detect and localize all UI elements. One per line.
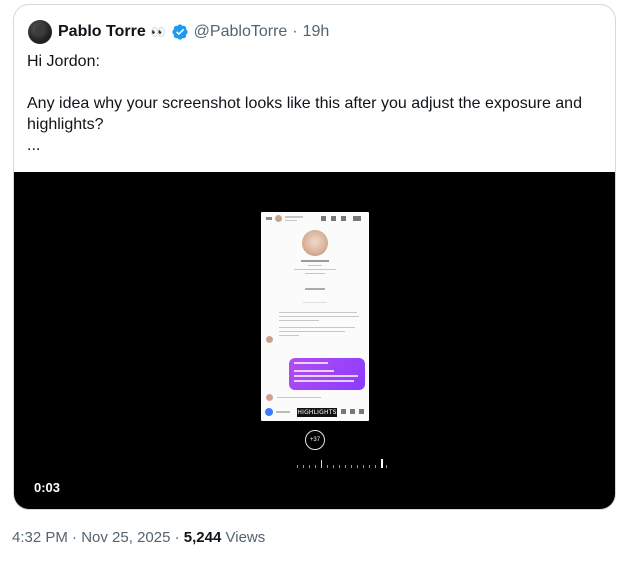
tweet-age[interactable]: 19h bbox=[303, 23, 330, 41]
tweet-text: Any idea why your screenshot looks like … bbox=[27, 95, 582, 133]
tweet-date[interactable]: Nov 25, 2025 bbox=[81, 529, 170, 546]
author-avatar[interactable] bbox=[28, 20, 52, 44]
video-frame-screenshot: HIGHLIGHTS bbox=[261, 212, 369, 421]
author-name[interactable]: Pablo Torre bbox=[58, 23, 146, 41]
video-timecode: 0:03 bbox=[34, 480, 61, 495]
tweet-body: Hi Jordon: Any idea why your screenshot … bbox=[27, 51, 607, 156]
highlights-label: HIGHLIGHTS bbox=[297, 408, 337, 417]
eyes-emoji: 👀 bbox=[150, 25, 167, 39]
author-handle[interactable]: @PabloTorre bbox=[194, 23, 288, 41]
tweet-time[interactable]: 4:32 PM bbox=[12, 529, 68, 546]
tweet-meta: 4:32 PM · Nov 25, 2025 · 5,244 Views bbox=[12, 529, 265, 546]
tweet-card[interactable]: Pablo Torre 👀 @PabloTorre · 19h Hi Jordo… bbox=[13, 4, 616, 510]
header-separator: · bbox=[292, 23, 298, 40]
profile-photo bbox=[302, 230, 328, 256]
meta-separator-2: · bbox=[174, 529, 180, 546]
video-player[interactable]: HIGHLIGHTS +37 0:03 bbox=[14, 172, 615, 509]
views-count: 5,244 bbox=[183, 529, 222, 546]
meta-separator-1: · bbox=[72, 529, 78, 546]
message-bubble bbox=[289, 358, 365, 390]
verified-badge-icon bbox=[171, 24, 188, 40]
tweet-header: Pablo Torre 👀 @PabloTorre · 19h bbox=[28, 20, 329, 44]
tweet-greeting: Hi Jordon: bbox=[27, 53, 100, 70]
views-label: Views bbox=[225, 529, 266, 546]
adjustment-dial: +37 bbox=[305, 430, 325, 450]
tweet-ellipsis: ... bbox=[27, 137, 41, 154]
adjustment-slider bbox=[297, 458, 387, 468]
